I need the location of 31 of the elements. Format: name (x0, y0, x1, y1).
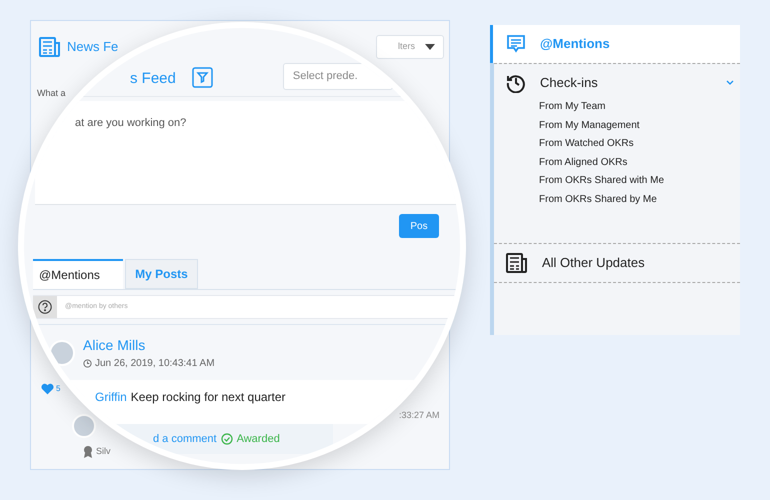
panel-title: News Fe (67, 38, 118, 56)
filter-icon[interactable] (192, 67, 213, 88)
sidebar-subitem[interactable]: From Aligned OKRs (539, 154, 740, 172)
medal-icon (83, 445, 93, 458)
clock-icon (83, 358, 92, 368)
composer-label: What a (37, 87, 66, 100)
avatar (49, 340, 75, 366)
chat-icon (506, 34, 526, 54)
comment-time: :33:27 AM (399, 409, 440, 422)
help-icon (38, 300, 52, 314)
post-time: Jun 26, 2019, 10:43:41 AM (95, 356, 215, 370)
newspaper-icon (506, 253, 528, 273)
sidebar-item[interactable]: All Other Updates (494, 244, 740, 282)
sidebar-subitem[interactable]: From OKRs Shared by Me (539, 190, 740, 209)
heart-icon (41, 383, 54, 395)
sidebar-subitem[interactable]: From Watched OKRs (539, 135, 740, 154)
sidebar-subitem[interactable]: From OKRs Shared with Me (539, 172, 740, 190)
avatar (72, 414, 96, 438)
like-count: 5 (56, 383, 60, 395)
sidebar-subitem[interactable]: From My Management (539, 116, 740, 135)
filter-select[interactable]: Select prede. (282, 63, 393, 90)
panel-title: s Feed (130, 68, 176, 88)
tab[interactable]: @Mentions (33, 259, 123, 289)
comment-text: Keep rocking for next quarter (130, 389, 286, 406)
chevron-icon[interactable] (726, 80, 734, 86)
check-circle-icon (220, 433, 233, 445)
badge-label: Silv (96, 445, 111, 458)
status-label: Awarded (236, 432, 280, 447)
history-icon (506, 73, 526, 93)
caret-icon (425, 44, 435, 50)
newspaper-icon (39, 37, 61, 57)
